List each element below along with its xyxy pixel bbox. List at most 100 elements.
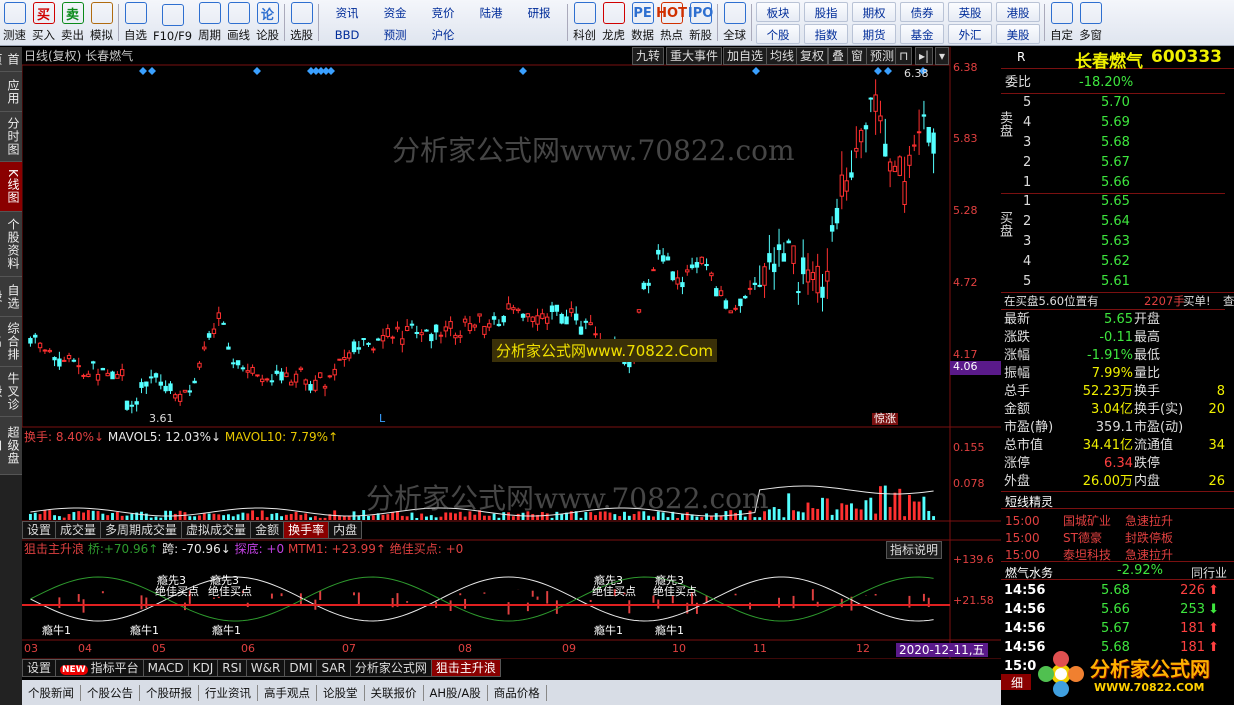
btn-major-events[interactable]: 重大事件 bbox=[666, 47, 723, 65]
info-link[interactable]: 陆港 bbox=[467, 2, 515, 22]
sprite-row[interactable]: 15:00 泰坦科技 急速拉升 bbox=[1001, 546, 1225, 564]
stat-value: -1.91% bbox=[1087, 348, 1133, 363]
info-link[interactable]: 资金 bbox=[371, 2, 419, 22]
news-tab[interactable]: 商品价格 bbox=[488, 684, 547, 701]
market-link[interactable]: 美股 bbox=[996, 24, 1041, 44]
volume-tab[interactable]: 金额 bbox=[250, 521, 285, 539]
buy-button[interactable]: 买买入 bbox=[29, 0, 58, 45]
indicator-tab[interactable]: MACD bbox=[142, 659, 189, 677]
globe-button[interactable]: 全球 bbox=[720, 0, 749, 45]
market-link[interactable]: 股指 bbox=[804, 2, 849, 22]
left-tab[interactable]: 分时图 bbox=[0, 112, 22, 162]
info-link[interactable]: 竞价 bbox=[419, 2, 467, 22]
flow-link[interactable]: 同行业 bbox=[1191, 564, 1227, 581]
stat-label: 振幅 bbox=[1004, 366, 1031, 381]
left-tab[interactable]: K线图 bbox=[0, 162, 22, 212]
forum-button[interactable]: 论论股 bbox=[253, 0, 282, 45]
info-link[interactable]: 沪伦 bbox=[419, 24, 467, 44]
left-tab[interactable]: 综合排名 bbox=[0, 317, 22, 367]
kechuang-button[interactable]: 科创 bbox=[570, 0, 599, 45]
btn-forecast[interactable]: 预测 bbox=[866, 47, 899, 65]
sprite-row[interactable]: 15:00 ST德豪 封跌停板 bbox=[1001, 529, 1225, 547]
market-link[interactable]: 指数 bbox=[804, 24, 849, 44]
news-tab[interactable]: 个股公告 bbox=[81, 684, 140, 701]
market-link[interactable]: 期货 bbox=[852, 24, 897, 44]
watermark: 分析家公式网www.70822.com bbox=[366, 482, 769, 515]
btn-adjust[interactable]: 复权 bbox=[796, 47, 829, 65]
stat-row: 涨幅 -1.91% 最低 bbox=[1001, 347, 1225, 365]
news-tab[interactable]: 个股新闻 bbox=[22, 684, 81, 701]
left-tab[interactable]: 个股资料 bbox=[0, 212, 22, 277]
order-link[interactable]: 查 bbox=[1223, 293, 1234, 310]
market-link[interactable]: 板块 bbox=[756, 2, 801, 22]
info-link[interactable]: 预测 bbox=[371, 24, 419, 44]
dropdown-icon[interactable]: ▾ bbox=[935, 47, 950, 65]
sprite-row[interactable]: 15:00 国城矿业 急速拉升 bbox=[1001, 512, 1225, 530]
news-tab[interactable]: 论股堂 bbox=[317, 684, 365, 701]
market-link[interactable]: 期权 bbox=[852, 2, 897, 22]
market-link[interactable]: 基金 bbox=[900, 24, 945, 44]
news-tab[interactable]: 关联报价 bbox=[365, 684, 424, 701]
speedometer-button[interactable]: 测速 bbox=[0, 0, 29, 45]
volume-tab[interactable]: 设置 bbox=[22, 521, 57, 539]
indicator-tab[interactable]: RSI bbox=[217, 659, 247, 677]
indicator-tab[interactable]: 设置 bbox=[22, 659, 57, 677]
btn-jiuzhuan[interactable]: 九转 bbox=[632, 47, 665, 65]
arrow-right-icon[interactable]: ▸| bbox=[915, 47, 934, 65]
indicator-tab[interactable]: 狙击主升浪 bbox=[430, 659, 501, 677]
hammer-button[interactable]: 模拟 bbox=[87, 0, 116, 45]
clock-button[interactable]: 周期 bbox=[195, 0, 224, 45]
news-tab[interactable]: 个股研报 bbox=[140, 684, 199, 701]
detail-tab[interactable]: 细 bbox=[1001, 674, 1031, 690]
select-stock-button[interactable]: 选股 bbox=[287, 0, 316, 45]
indicator-tab[interactable]: 分析家公式网 bbox=[349, 659, 432, 677]
r-label: R bbox=[1017, 50, 1026, 64]
sell-button[interactable]: 卖卖出 bbox=[58, 0, 87, 45]
lock-icon[interactable]: ⊓ bbox=[895, 47, 913, 65]
dragon-button[interactable]: 龙虎 bbox=[599, 0, 628, 45]
left-tab[interactable]: 应用 bbox=[0, 72, 22, 112]
btn-overlay[interactable]: 叠 bbox=[828, 47, 849, 65]
left-tab[interactable]: 自选股 bbox=[0, 277, 22, 317]
btn-window[interactable]: 窗 bbox=[847, 47, 868, 65]
btn-add-watchlist[interactable]: 加自选 bbox=[723, 47, 768, 65]
market-link[interactable]: 英股 bbox=[948, 2, 993, 22]
info-link[interactable]: BBD bbox=[323, 24, 371, 44]
market-link[interactable]: 个股 bbox=[756, 24, 801, 44]
indicator-tab[interactable]: DMI bbox=[284, 659, 318, 677]
indicator-tab[interactable]: SAR bbox=[316, 659, 351, 677]
info-link[interactable]: 资讯 bbox=[323, 2, 371, 22]
market-link[interactable]: 债券 bbox=[900, 2, 945, 22]
multiwindow-button[interactable]: 多窗 bbox=[1076, 0, 1105, 45]
star-button[interactable]: 自选 bbox=[121, 0, 150, 45]
news-tab[interactable]: AH股/A股 bbox=[424, 684, 488, 701]
left-tab[interactable]: 牛叉诊股 bbox=[0, 367, 22, 417]
indicator-tab[interactable]: KDJ bbox=[187, 659, 219, 677]
marker-surge: 惊涨 bbox=[872, 412, 898, 425]
volume-tab[interactable]: 内盘 bbox=[328, 521, 363, 539]
info-link[interactable]: 研报 bbox=[515, 2, 563, 22]
globe-icon bbox=[723, 2, 746, 24]
news-tab[interactable]: 高手观点 bbox=[258, 684, 317, 701]
ipo-button[interactable]: IPO 新股 bbox=[686, 0, 715, 45]
volume-tab[interactable]: 虚拟成交量 bbox=[181, 521, 252, 539]
f10-button[interactable]: F10/F9 bbox=[150, 0, 195, 45]
left-tab[interactable]: 首页 bbox=[0, 47, 22, 72]
volume-tab[interactable]: 成交量 bbox=[55, 521, 102, 539]
indicator-tab[interactable]: W&R bbox=[245, 659, 286, 677]
news-tab[interactable]: 行业资讯 bbox=[199, 684, 258, 701]
order-amount: 2207手 bbox=[1144, 294, 1185, 308]
indicator-help-button[interactable]: 指标说明 bbox=[886, 541, 943, 559]
indicator-tab[interactable]: NEW 指标平台 bbox=[55, 659, 144, 677]
left-tab[interactable]: 超级盘口 bbox=[0, 417, 22, 475]
market-link[interactable]: 外汇 bbox=[948, 24, 993, 44]
volume-tab[interactable]: 换手率 bbox=[283, 521, 330, 539]
pen-button[interactable]: 画线 bbox=[224, 0, 253, 45]
volume-indicator-line: 换手: 8.40%↓ MAVOL5: 12.03%↓ MAVOL10: 7.79… bbox=[24, 429, 338, 445]
btn-ma[interactable]: 均线 bbox=[766, 47, 799, 65]
volume-tab[interactable]: 多周期成交量 bbox=[100, 521, 183, 539]
pe-button[interactable]: PE 数据 bbox=[628, 0, 657, 45]
custom-button[interactable]: 自定 bbox=[1047, 0, 1076, 45]
market-link[interactable]: 港股 bbox=[996, 2, 1041, 22]
hot-button[interactable]: HOT 热点 bbox=[656, 0, 687, 45]
